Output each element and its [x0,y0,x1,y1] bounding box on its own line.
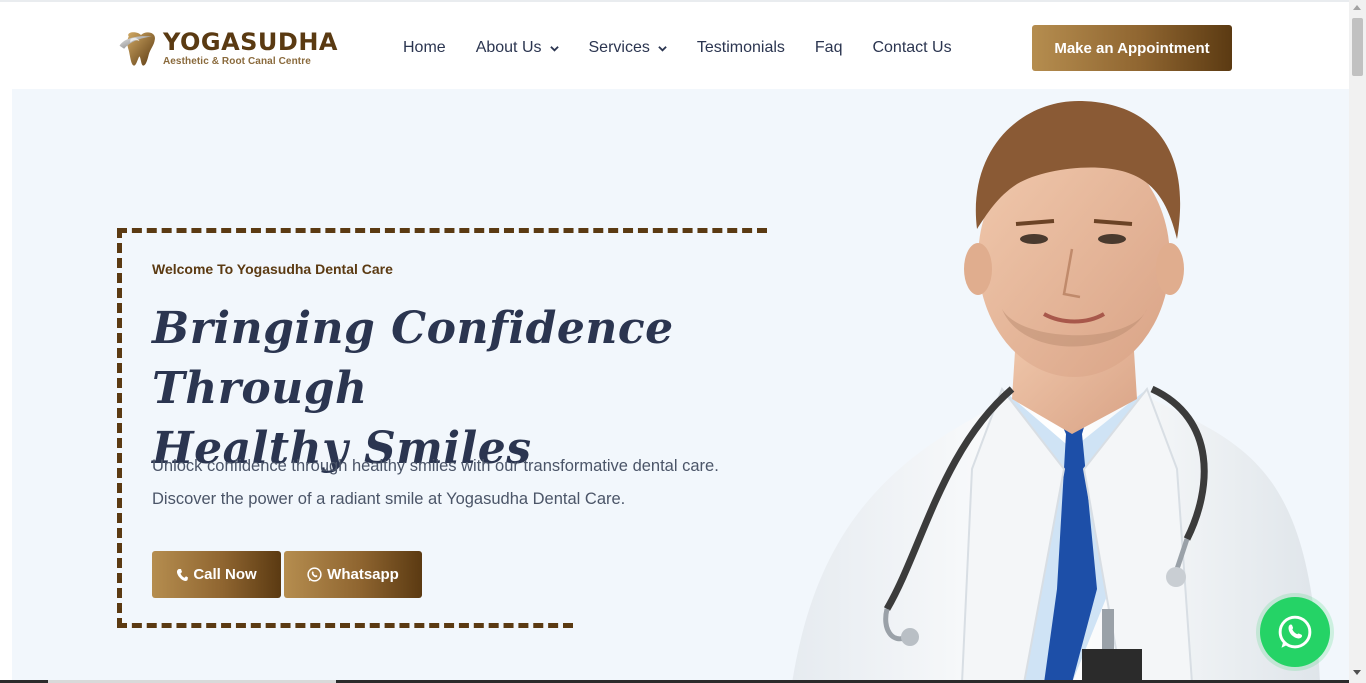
floating-whatsapp-button[interactable] [1256,593,1334,671]
vertical-scrollbar[interactable] [1349,0,1366,683]
chevron-down-icon [658,45,667,52]
call-now-button[interactable]: Call Now [152,551,281,598]
hero-welcome: Welcome To Yogasudha Dental Care [152,261,393,277]
scrollbar-thumb[interactable] [1352,18,1363,76]
scroll-down-arrow-icon[interactable] [1353,670,1361,675]
dashed-frame-top [117,228,767,233]
nav-testimonials[interactable]: Testimonials [697,39,785,57]
nav-services-label: Services [588,39,650,56]
main-nav: Home About Us Services Testimonials Faq … [403,36,982,60]
whatsapp-button[interactable]: Whatsapp [284,551,422,598]
scroll-up-arrow-icon[interactable] [1353,5,1361,10]
nav-home-label: Home [403,39,446,56]
whatsapp-icon [1278,615,1312,649]
whatsapp-label: Whatsapp [327,566,399,583]
brand-tagline: Aesthetic & Root Canal Centre [162,55,311,67]
nav-testimonials-label: Testimonials [696,39,785,56]
nav-faq-label: Faq [814,39,843,56]
nav-about-us[interactable]: About Us [476,39,559,57]
nav-home[interactable]: Home [403,39,446,57]
dashed-frame-bottom [117,623,573,628]
chevron-down-icon [549,45,559,52]
site-header: YOGASUDHA Aesthetic & Root Canal Centre … [0,0,1349,89]
brand-name: YOGASUDHA [162,27,338,56]
nav-faq[interactable]: Faq [815,39,843,57]
nav-services[interactable]: Services [589,39,667,57]
floating-whatsapp-circle [1260,597,1330,667]
call-now-label: Call Now [193,566,257,583]
brand-logo[interactable]: YOGASUDHA Aesthetic & Root Canal Centre [118,22,338,74]
dashed-frame-left [117,228,122,628]
tooth-logo-icon [119,32,155,66]
hero-headline-line1: Bringing Confidence Through [152,303,674,414]
doctor-image [792,100,1320,683]
hero-lead: Unlock confidence through healthy smiles… [152,457,719,508]
hero-section: Welcome To Yogasudha Dental Care Bringin… [12,89,1349,683]
nav-about-us-label: About Us [475,39,542,56]
make-appointment-button[interactable]: Make an Appointment [1032,25,1232,71]
whatsapp-icon [307,567,322,582]
nav-contact-us-label: Contact Us [872,39,952,56]
nav-contact-us[interactable]: Contact Us [872,39,951,57]
phone-icon [177,568,189,581]
